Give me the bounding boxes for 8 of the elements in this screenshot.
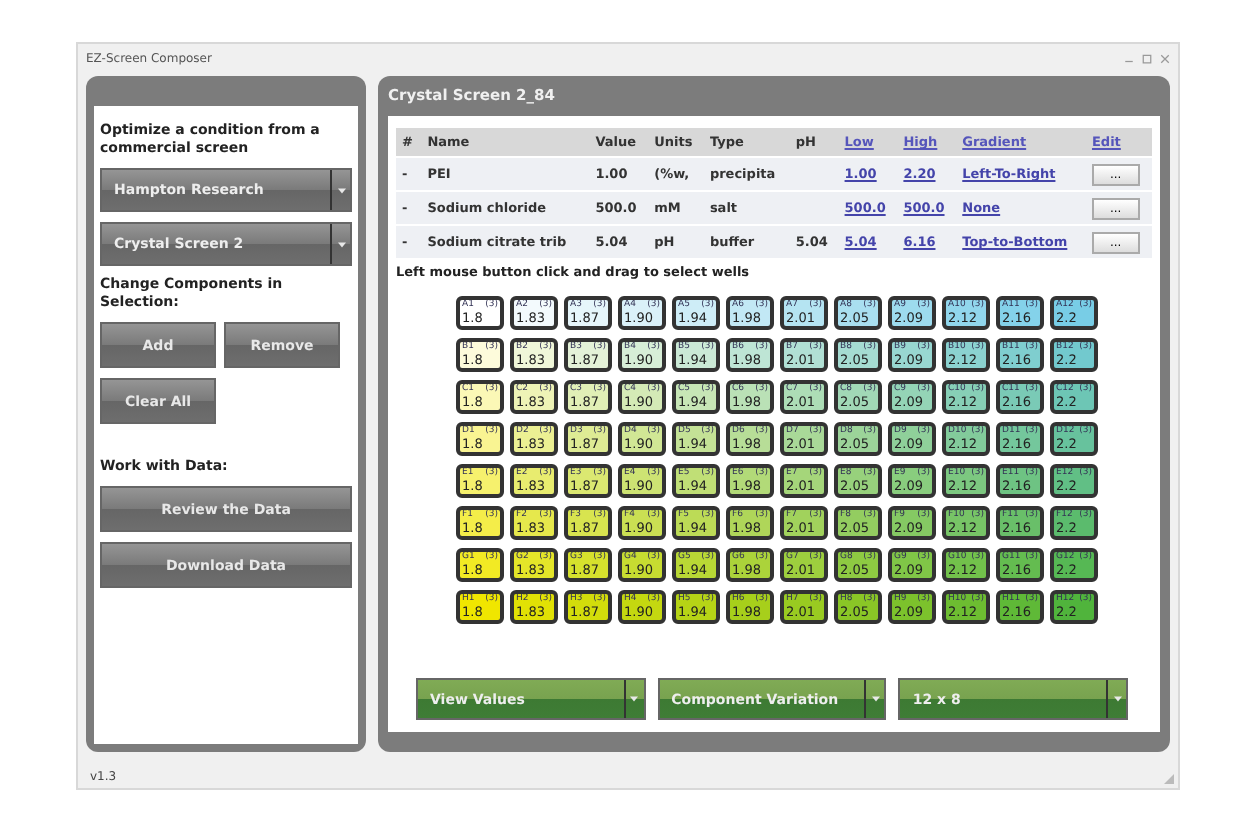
caret-icon bbox=[630, 696, 639, 702]
caret-icon bbox=[337, 241, 345, 247]
caret-icon bbox=[1113, 696, 1122, 702]
resize-grip-icon[interactable] bbox=[1164, 774, 1174, 784]
maximize-icon[interactable] bbox=[1142, 53, 1152, 63]
caret-icon bbox=[871, 696, 880, 702]
close-icon[interactable] bbox=[1160, 53, 1170, 63]
caret-icon bbox=[337, 187, 345, 193]
